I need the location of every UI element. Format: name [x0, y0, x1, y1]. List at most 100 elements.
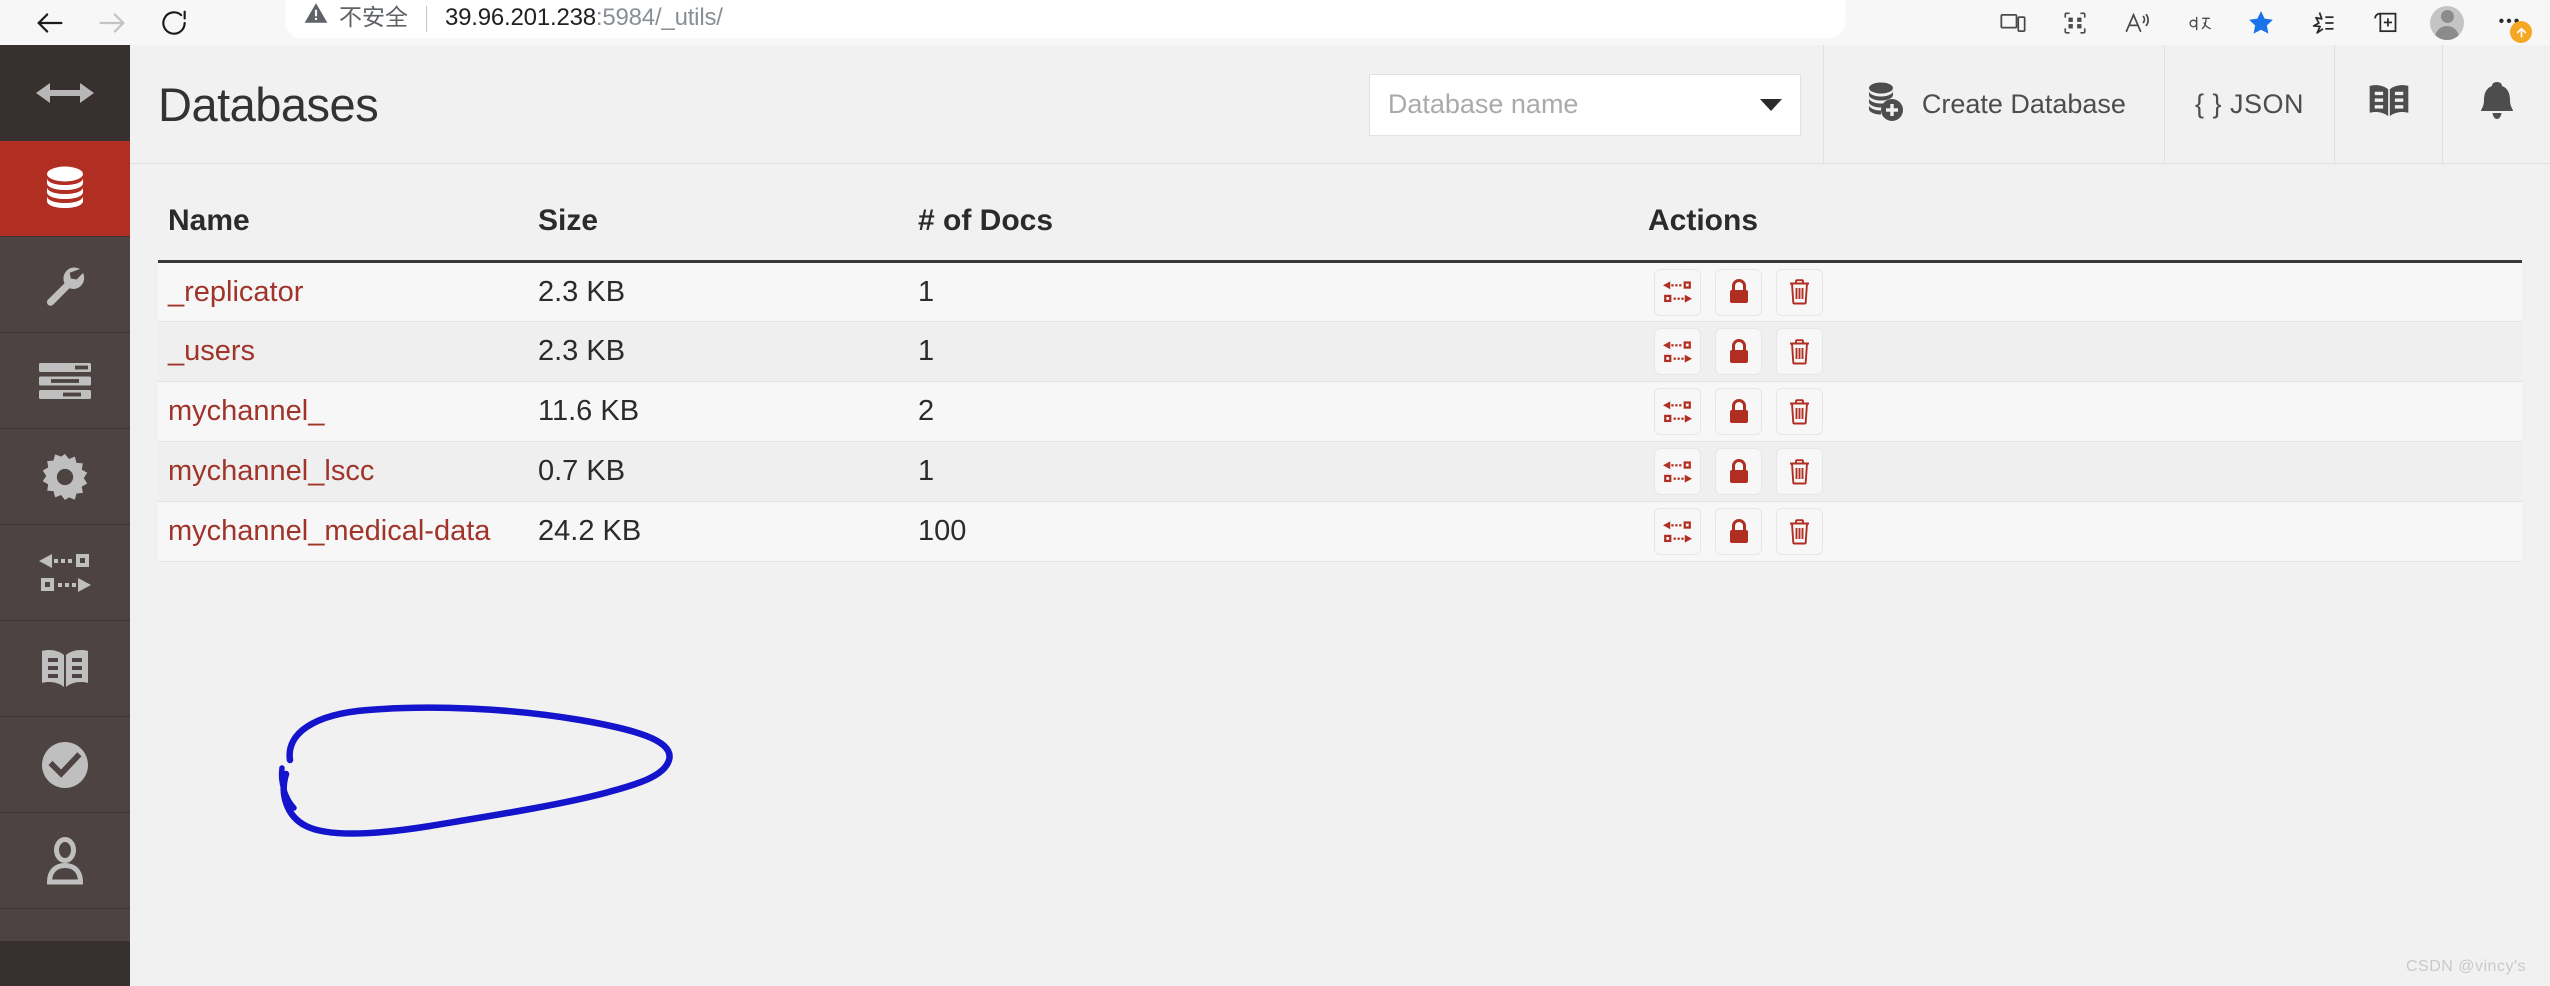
translate-button[interactable] — [2168, 0, 2230, 45]
cell-size: 11.6 KB — [538, 381, 918, 442]
trash-icon — [1787, 518, 1812, 546]
reload-button[interactable] — [146, 2, 202, 44]
sidebar-toggle[interactable] — [0, 45, 130, 141]
open-book-icon — [2368, 82, 2410, 127]
add-tab-group-button[interactable] — [2354, 0, 2416, 45]
url-display[interactable]: 39.96.201.238:5984/_utils/ — [445, 4, 723, 32]
watermark: CSDN @vincy's — [2405, 958, 2526, 975]
delete-button[interactable] — [1776, 448, 1823, 495]
browser-nav-buttons — [0, 2, 202, 44]
read-aloud-button[interactable] — [2106, 0, 2168, 45]
cell-size: 0.7 KB — [538, 441, 918, 502]
favorite-star-button[interactable] — [2230, 0, 2292, 45]
json-label: { } JSON — [2194, 89, 2304, 119]
replicate-button[interactable] — [1654, 508, 1701, 555]
lock-icon — [1727, 338, 1751, 366]
site-security-chip[interactable]: 不安全 — [303, 0, 408, 32]
sidebar-item-config[interactable] — [0, 429, 130, 525]
chevron-down-icon[interactable] — [1759, 98, 1782, 111]
replicate-button[interactable] — [1654, 328, 1701, 375]
lock-icon — [1727, 398, 1751, 426]
documentation-button[interactable] — [2334, 45, 2442, 164]
sidebar-item-activity[interactable] — [0, 333, 130, 429]
sidebar-item-databases[interactable] — [0, 141, 130, 237]
database-link[interactable]: mychannel_ — [158, 395, 324, 428]
replication-arrows-icon — [1663, 460, 1692, 484]
column-header-name[interactable]: Name — [158, 164, 538, 263]
user-icon — [46, 836, 84, 885]
split-screen-icon — [2062, 10, 2088, 36]
header-actions: Create Database { } JSON — [1368, 45, 2550, 164]
column-header-actions: Actions — [1648, 164, 2522, 263]
database-link[interactable]: _replicator — [158, 276, 303, 309]
database-link[interactable]: mychannel_lscc — [158, 455, 374, 488]
address-bar[interactable]: 不安全 39.96.201.238:5984/_utils/ — [285, 0, 1845, 38]
notifications-button[interactable] — [2442, 45, 2550, 164]
delete-button[interactable] — [1776, 508, 1823, 555]
table-body: _replicator 2.3 KB 1 _users 2.3 KB 1 mychannel… — [158, 261, 2522, 562]
row-action-group — [1654, 508, 2522, 555]
row-action-group — [1654, 268, 2522, 316]
databases-table-wrapper: Name Size # of Docs Actions _replicator 2… — [158, 164, 2522, 562]
permissions-button[interactable] — [1715, 508, 1762, 555]
check-circle-icon — [42, 741, 88, 788]
url-port: :5984 — [595, 4, 655, 31]
warning-triangle-icon — [303, 0, 329, 31]
database-icon — [41, 164, 89, 214]
search-input[interactable] — [1387, 89, 1760, 120]
replicate-button[interactable] — [1654, 448, 1701, 495]
column-header-docs[interactable]: # of Docs — [918, 164, 1648, 263]
create-database-button[interactable]: Create Database — [1822, 45, 2164, 164]
replicate-button[interactable] — [1654, 268, 1701, 316]
sidebar-item-setup[interactable] — [0, 237, 130, 333]
reload-icon — [158, 7, 190, 39]
permissions-button[interactable] — [1715, 328, 1762, 375]
cell-docs: 1 — [918, 441, 1648, 502]
device-cast-icon — [1999, 9, 2027, 37]
delete-button[interactable] — [1776, 268, 1823, 316]
back-button[interactable] — [22, 2, 78, 44]
table-row: _replicator 2.3 KB 1 — [158, 261, 2522, 322]
cell-name: mychannel_ — [158, 381, 538, 442]
permissions-button[interactable] — [1715, 448, 1762, 495]
sidebar-item-account[interactable] — [0, 813, 130, 909]
read-aloud-icon — [2123, 9, 2151, 37]
database-search[interactable] — [1368, 73, 1801, 136]
cell-size: 2.3 KB — [538, 321, 918, 382]
profile-button[interactable] — [2416, 0, 2478, 45]
omnibox-divider — [426, 6, 427, 32]
database-link[interactable]: _users — [158, 335, 255, 368]
profile-avatar-icon — [2430, 5, 2464, 40]
sidebar-item-verify[interactable] — [0, 717, 130, 813]
cell-size: 24.2 KB — [538, 501, 918, 562]
browser-toolbar-actions — [1982, 0, 2540, 45]
replicate-button[interactable] — [1654, 388, 1701, 435]
open-book-icon — [40, 647, 90, 691]
more-options-button[interactable] — [2478, 0, 2540, 45]
table-row: mychannel_lscc 0.7 KB 1 — [158, 441, 2522, 502]
row-action-group — [1654, 448, 2522, 495]
database-link[interactable]: mychannel_medical-data — [158, 515, 490, 548]
cell-actions — [1648, 381, 2522, 442]
trash-icon — [1787, 458, 1812, 486]
collections-button[interactable] — [2292, 0, 2354, 45]
lock-icon — [1727, 458, 1751, 486]
translate-icon — [2184, 9, 2214, 37]
replication-arrows-icon — [1663, 280, 1692, 304]
database-search-wrapper — [1368, 45, 1823, 164]
wrench-icon — [41, 261, 89, 309]
column-header-size[interactable]: Size — [538, 164, 918, 263]
json-button[interactable]: { } JSON — [2163, 45, 2334, 164]
permissions-button[interactable] — [1715, 268, 1762, 316]
sidebar-item-docs[interactable] — [0, 621, 130, 717]
delete-button[interactable] — [1776, 388, 1823, 435]
cell-docs: 100 — [918, 501, 1648, 562]
cell-actions — [1648, 261, 2522, 322]
delete-button[interactable] — [1776, 328, 1823, 375]
bell-icon — [2478, 80, 2516, 129]
device-cast-button[interactable] — [1982, 0, 2044, 45]
cell-docs: 2 — [918, 381, 1648, 442]
permissions-button[interactable] — [1715, 388, 1762, 435]
sidebar-item-replication[interactable] — [0, 525, 130, 621]
split-screen-button[interactable] — [2044, 0, 2106, 45]
